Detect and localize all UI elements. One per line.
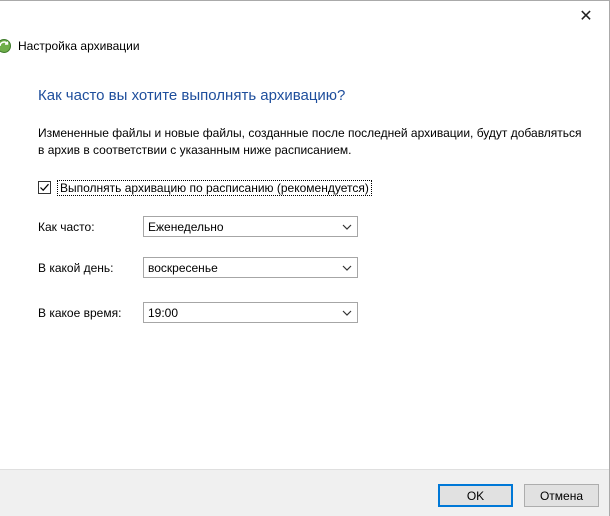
- chevron-down-icon: [342, 310, 352, 316]
- schedule-checkbox-row[interactable]: Выполнять архивацию по расписанию (реком…: [38, 179, 372, 196]
- time-value: 19:00: [148, 305, 179, 320]
- dialog-header: Настройка архивации: [0, 35, 140, 57]
- frequency-value: Еженедельно: [148, 219, 224, 234]
- chevron-down-icon: [342, 265, 352, 271]
- dialog-title: Настройка архивации: [18, 39, 140, 53]
- description-text: Измененные файлы и новые файлы, созданны…: [38, 126, 582, 157]
- time-label: В какое время:: [38, 306, 122, 320]
- dialog-footer: OK Отмена: [0, 469, 609, 516]
- schedule-checkbox-label[interactable]: Выполнять архивацию по расписанию (реком…: [57, 179, 372, 196]
- day-value: воскресенье: [148, 260, 218, 275]
- close-icon: ✕: [579, 8, 593, 25]
- frequency-label: Как часто:: [38, 220, 95, 234]
- chevron-down-icon: [342, 224, 352, 230]
- schedule-checkbox[interactable]: [38, 181, 51, 194]
- day-label: В какой день:: [38, 261, 114, 275]
- checkmark-icon: [40, 183, 49, 192]
- backup-icon: [0, 39, 11, 53]
- time-select[interactable]: 19:00: [143, 302, 358, 323]
- day-select[interactable]: воскресенье: [143, 257, 358, 278]
- frequency-select[interactable]: Еженедельно: [143, 216, 358, 237]
- page-heading: Как часто вы хотите выполнять архивацию?: [38, 87, 346, 104]
- ok-button[interactable]: OK: [438, 484, 513, 507]
- dialog-window: ✕ Настройка архивации Как часто вы хотит…: [0, 0, 610, 516]
- cancel-button[interactable]: Отмена: [524, 484, 599, 507]
- close-button[interactable]: ✕: [563, 1, 609, 31]
